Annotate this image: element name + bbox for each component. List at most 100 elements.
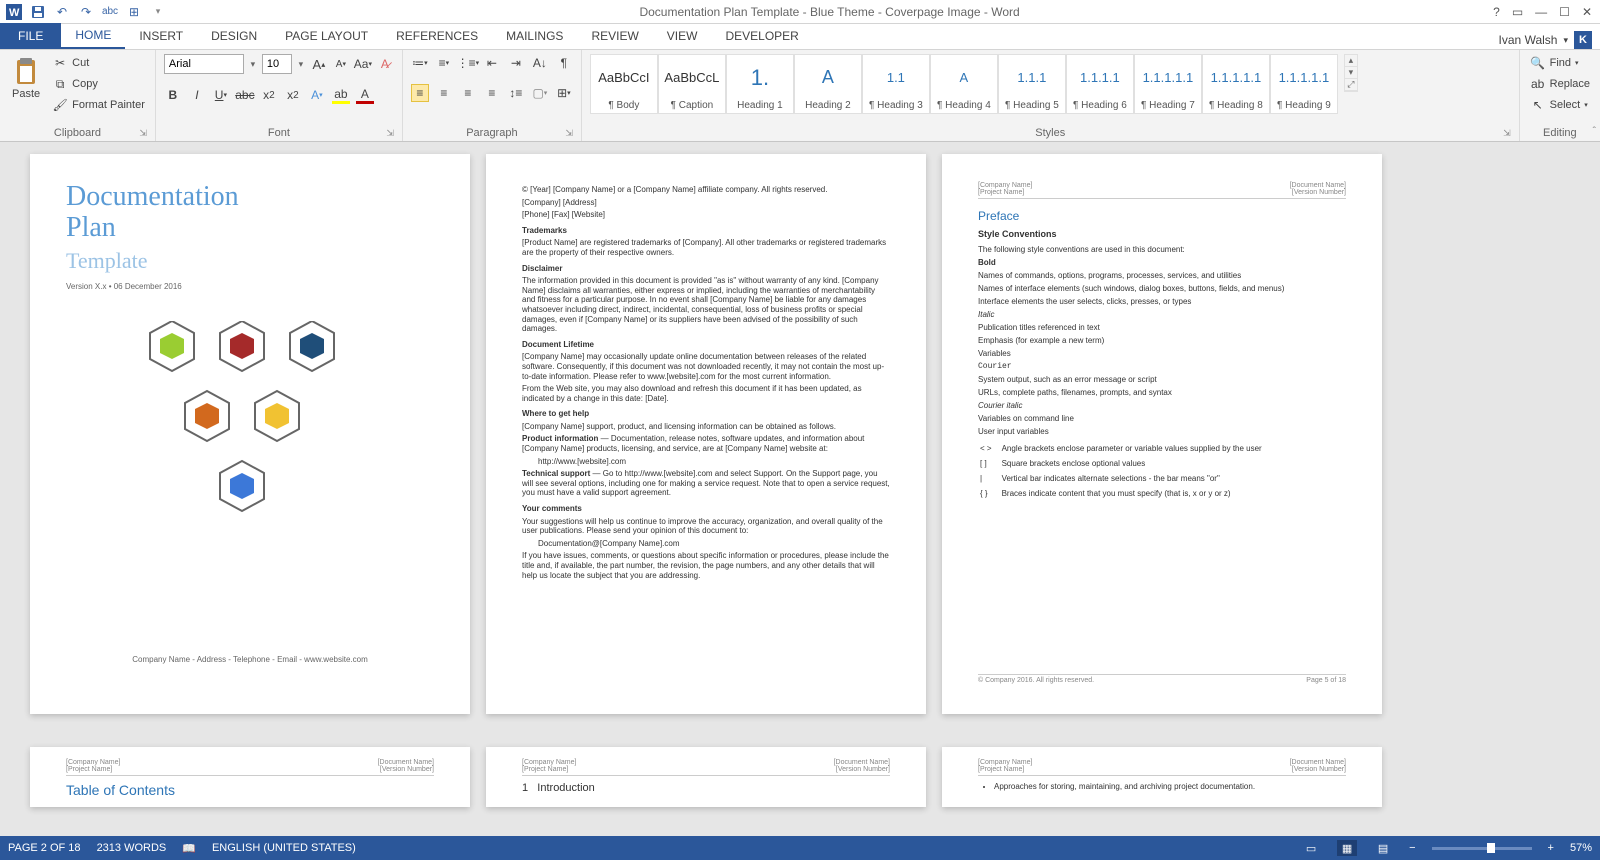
spellcheck-icon[interactable]: abc	[102, 4, 118, 20]
styles-launcher-icon[interactable]: ⇲	[1503, 128, 1511, 139]
select-button[interactable]: ↖Select ▾	[1528, 96, 1592, 114]
status-page[interactable]: PAGE 2 OF 18	[8, 842, 81, 854]
save-icon[interactable]	[30, 4, 46, 20]
style-item[interactable]: 1.1.1.1.1¶ Heading 9	[1270, 54, 1338, 114]
outdent-icon[interactable]: ⇤	[483, 54, 501, 72]
status-language[interactable]: ENGLISH (UNITED STATES)	[212, 842, 356, 854]
borders-icon[interactable]: ⊞▾	[555, 84, 573, 102]
highlight-icon[interactable]: ab	[332, 86, 350, 104]
page-4: [Company Name][Project Name][Document Na…	[30, 747, 470, 807]
style-item[interactable]: 1.1.1¶ Heading 5	[998, 54, 1066, 114]
cut-button[interactable]: ✂Cut	[50, 54, 147, 72]
style-item[interactable]: 1.1.1.1.1¶ Heading 7	[1134, 54, 1202, 114]
clipboard-launcher-icon[interactable]: ⇲	[139, 128, 147, 139]
shrink-font-icon[interactable]: A▾	[332, 55, 350, 73]
help-icon[interactable]: ?	[1493, 5, 1500, 19]
zoom-out-icon[interactable]: −	[1409, 842, 1415, 854]
numbering-icon[interactable]: ≡▾	[435, 54, 453, 72]
zoom-level[interactable]: 57%	[1570, 842, 1592, 854]
page-footer: © Company 2016. All rights reserved.Page…	[978, 674, 1346, 684]
touch-icon[interactable]: ⊞	[126, 4, 142, 20]
style-item[interactable]: 1.1¶ Heading 3	[862, 54, 930, 114]
tab-developer[interactable]: DEVELOPER	[711, 23, 812, 49]
justify-icon[interactable]: ≡	[483, 84, 501, 102]
indent-icon[interactable]: ⇥	[507, 54, 525, 72]
file-tab[interactable]: FILE	[0, 23, 61, 49]
tab-home[interactable]: HOME	[61, 23, 125, 49]
user-menu[interactable]: Ivan Walsh▾ K	[1499, 31, 1600, 49]
bullets-icon[interactable]: ≔▾	[411, 54, 429, 72]
scroll-down-icon[interactable]: ▾	[1345, 67, 1357, 79]
grow-font-icon[interactable]: A▴	[310, 55, 328, 73]
tab-review[interactable]: REVIEW	[577, 23, 652, 49]
paste-button[interactable]: Paste	[8, 54, 44, 102]
font-size-select[interactable]: 10	[262, 54, 292, 74]
paragraph-launcher-icon[interactable]: ⇲	[565, 128, 573, 139]
line-spacing-icon[interactable]: ↕≡	[507, 84, 525, 102]
style-item[interactable]: AaBbCcI¶ Body	[590, 54, 658, 114]
font-color-icon[interactable]: A	[356, 86, 374, 104]
web-layout-icon[interactable]: ▤	[1373, 840, 1393, 856]
read-mode-icon[interactable]: ▭	[1301, 840, 1321, 856]
tab-design[interactable]: DESIGN	[197, 23, 271, 49]
tab-mailings[interactable]: MAILINGS	[492, 23, 577, 49]
close-icon[interactable]: ✕	[1582, 5, 1592, 19]
text-effects-icon[interactable]: A▾	[308, 86, 326, 104]
status-words[interactable]: 2313 WORDS	[97, 842, 167, 854]
tab-insert[interactable]: INSERT	[125, 23, 197, 49]
copy-button[interactable]: ⧉Copy	[50, 75, 147, 93]
chevron-down-icon[interactable]: ▾	[248, 59, 258, 70]
find-button[interactable]: 🔍Find ▾	[1528, 54, 1592, 72]
style-item[interactable]: AHeading 2	[794, 54, 862, 114]
style-item[interactable]: AaBbCcL¶ Caption	[658, 54, 726, 114]
print-layout-icon[interactable]: ▦	[1337, 840, 1357, 856]
scroll-up-icon[interactable]: ▴	[1345, 55, 1357, 67]
minimize-icon[interactable]: —	[1535, 5, 1547, 19]
zoom-in-icon[interactable]: +	[1548, 842, 1554, 854]
format-painter-button[interactable]: 🖌Format Painter	[50, 96, 147, 114]
font-launcher-icon[interactable]: ⇲	[386, 128, 394, 139]
tab-references[interactable]: REFERENCES	[382, 23, 492, 49]
document-canvas[interactable]: Documentation Plan Template Version X.x …	[0, 142, 1600, 836]
align-right-icon[interactable]: ≡	[459, 84, 477, 102]
doc-title-2: Plan	[66, 213, 434, 244]
qat-customize-icon[interactable]: ▾	[150, 4, 166, 20]
align-left-icon[interactable]: ≡	[411, 84, 429, 102]
page-5: [Company Name][Project Name][Document Na…	[486, 747, 926, 807]
multilevel-icon[interactable]: ⋮≡▾	[459, 54, 477, 72]
style-item[interactable]: 1.1.1.1¶ Heading 6	[1066, 54, 1134, 114]
italic-icon[interactable]: I	[188, 86, 206, 104]
proofing-icon[interactable]: 📖	[182, 842, 196, 855]
tab-page-layout[interactable]: PAGE LAYOUT	[271, 23, 382, 49]
subscript-icon[interactable]: x2	[260, 86, 278, 104]
font-name-select[interactable]: Arial	[164, 54, 244, 74]
gallery-more-icon[interactable]: ⤢	[1345, 79, 1357, 91]
sort-icon[interactable]: A↓	[531, 54, 549, 72]
tab-view[interactable]: VIEW	[653, 23, 712, 49]
doc-subtitle: Template	[66, 248, 434, 274]
ribbon-display-icon[interactable]: ▭	[1512, 5, 1523, 19]
undo-icon[interactable]: ↶	[54, 4, 70, 20]
zoom-slider[interactable]	[1432, 847, 1532, 850]
window-controls: ? ▭ — ☐ ✕	[1493, 5, 1600, 19]
word-icon: W	[6, 4, 22, 20]
show-marks-icon[interactable]: ¶	[555, 54, 573, 72]
align-center-icon[interactable]: ≡	[435, 84, 453, 102]
bold-icon[interactable]: B	[164, 86, 182, 104]
page-header: [Company Name][Project Name] [Document N…	[978, 182, 1346, 199]
style-item[interactable]: 1.1.1.1.1¶ Heading 8	[1202, 54, 1270, 114]
redo-icon[interactable]: ↷	[78, 4, 94, 20]
change-case-icon[interactable]: Aa▾	[354, 55, 372, 73]
shading-icon[interactable]: ▢▾	[531, 84, 549, 102]
clear-format-icon[interactable]: A̷	[376, 55, 394, 73]
replace-button[interactable]: abReplace	[1528, 75, 1592, 93]
chevron-down-icon[interactable]: ▾	[296, 59, 306, 70]
maximize-icon[interactable]: ☐	[1559, 5, 1570, 19]
superscript-icon[interactable]: x2	[284, 86, 302, 104]
underline-icon[interactable]: U▾	[212, 86, 230, 104]
collapse-ribbon-icon[interactable]: ˆ	[1593, 126, 1596, 137]
style-item[interactable]: A¶ Heading 4	[930, 54, 998, 114]
strike-icon[interactable]: abc	[236, 86, 254, 104]
style-item[interactable]: 1.Heading 1	[726, 54, 794, 114]
style-gallery-scroll[interactable]: ▴ ▾ ⤢	[1344, 54, 1358, 92]
